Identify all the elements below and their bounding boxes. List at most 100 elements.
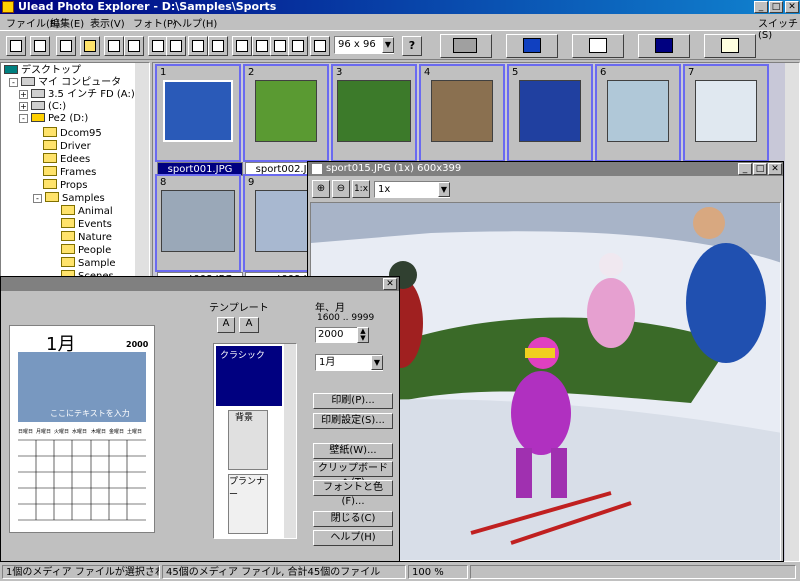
- tree-item-samples[interactable]: - Samples: [33, 192, 105, 204]
- tree-item-nature[interactable]: Nature: [61, 231, 112, 243]
- template-scrollbar[interactable]: [284, 344, 296, 538]
- delete-button[interactable]: [208, 36, 228, 56]
- calendar-year: 2000: [126, 340, 149, 349]
- thumbnail-button[interactable]: [310, 36, 330, 56]
- scanner-button[interactable]: [440, 34, 492, 58]
- tree-item-d-drive[interactable]: - Pe2 (D:): [19, 113, 88, 125]
- tree-item-sample[interactable]: Sample: [61, 257, 116, 269]
- folder-icon: [61, 205, 75, 215]
- tree-scrollbar[interactable]: [135, 63, 149, 279]
- dialog-close-text-button[interactable]: 閉じる(C): [313, 511, 393, 527]
- tree-item-frames[interactable]: Frames: [43, 166, 96, 178]
- tree-item-desktop[interactable]: デスクトップ: [4, 65, 81, 77]
- folder-button[interactable]: [80, 36, 100, 56]
- tree-button[interactable]: [56, 36, 76, 56]
- calendar-dialog: ✕ 1月 2000 ここにテキストを入力 日曜日 月曜日 火曜日 水曜日 木曜日: [0, 276, 400, 562]
- dialog-close-button[interactable]: ✕: [383, 278, 397, 290]
- tree-item-props[interactable]: Props: [43, 179, 87, 191]
- list-view-button[interactable]: [232, 36, 252, 56]
- close-button[interactable]: ✕: [785, 1, 799, 13]
- save-button[interactable]: [30, 36, 50, 56]
- year-spinner[interactable]: ▲ ▼: [357, 327, 369, 343]
- menu-view[interactable]: 表示(V): [90, 15, 125, 30]
- status-bar: 1個のメディア ファイルが選択されました 45個のメディア ファイル, 合計45…: [0, 563, 800, 581]
- chevron-down-icon[interactable]: ▼: [371, 355, 383, 370]
- dialog-title-bar: ✕: [1, 277, 399, 291]
- folder-icon: [61, 218, 75, 228]
- thumbnail-scrollbar[interactable]: [785, 63, 799, 561]
- menu-photo[interactable]: フォト(P): [133, 15, 177, 30]
- template-portrait-button[interactable]: A: [217, 317, 235, 333]
- up-folder-button[interactable]: [6, 36, 26, 56]
- template-item-planner[interactable]: プランナー: [228, 474, 268, 534]
- camera-icon: [312, 164, 322, 174]
- thumbnail-item[interactable]: 6: [595, 64, 681, 162]
- calendar-grid: 日曜日 月曜日 火曜日 水曜日 木曜日 金曜日 土曜日: [18, 429, 146, 521]
- viewer-close-button[interactable]: ✕: [768, 163, 782, 175]
- template-landscape-button[interactable]: A: [239, 317, 259, 333]
- status-total: 45個のメディア ファイル, 合計45個のファイル: [162, 565, 406, 579]
- monitor-button[interactable]: [572, 34, 624, 58]
- chevron-down-icon[interactable]: ▼: [438, 182, 450, 197]
- sort-button[interactable]: [270, 36, 290, 56]
- menu-help[interactable]: ヘルプ(H): [172, 15, 217, 30]
- thumbnail-image: [161, 190, 235, 252]
- thumbnail-item[interactable]: 5: [507, 64, 593, 162]
- tree-item-dcom95[interactable]: Dcom95: [43, 127, 102, 139]
- thumbnail-item[interactable]: 3: [331, 64, 417, 162]
- properties-button[interactable]: [288, 36, 308, 56]
- print-button[interactable]: 印刷(P)...: [313, 393, 393, 409]
- thumbnail-item[interactable]: 7: [683, 64, 769, 162]
- tree-item-events[interactable]: Events: [61, 218, 112, 230]
- zoom-out-icon[interactable]: ⊖: [332, 180, 350, 198]
- folder-icon: [43, 153, 57, 163]
- tree-item-animal[interactable]: Animal: [61, 205, 113, 217]
- tree-item-people[interactable]: People: [61, 244, 111, 256]
- help-button[interactable]: ?: [402, 36, 422, 56]
- print-setup-button[interactable]: 印刷設定(S)...: [313, 413, 393, 429]
- viewer-minimize-button[interactable]: _: [738, 163, 752, 175]
- tree-item-driver[interactable]: Driver: [43, 140, 91, 152]
- thumbnail-item[interactable]: 1 sport001.JPG: [155, 64, 243, 176]
- slideshow-button[interactable]: [638, 34, 690, 58]
- thumbnail-item[interactable]: 2 sport002.JPG: [243, 64, 331, 176]
- viewer-maximize-button[interactable]: □: [753, 163, 767, 175]
- font-color-button[interactable]: フォントと色(F)...: [313, 480, 393, 507]
- template-item-background[interactable]: 背景: [228, 410, 268, 470]
- floppy-icon: [31, 89, 45, 98]
- tree-item-computer[interactable]: - マイ コンピュータ: [9, 77, 121, 89]
- folder-icon: [61, 244, 75, 254]
- tree-item-edees[interactable]: Edees: [43, 153, 90, 165]
- tree-item-c-drive[interactable]: + (C:): [19, 101, 66, 113]
- calendar-button[interactable]: [704, 34, 756, 58]
- copy-button[interactable]: [148, 36, 168, 56]
- detail-view-button[interactable]: [252, 36, 272, 56]
- year-range-label: 1600 .. 9999: [317, 313, 375, 323]
- wallpaper-button[interactable]: 壁紙(W)...: [313, 443, 393, 459]
- minimize-button[interactable]: _: [754, 1, 768, 13]
- status-selection: 1個のメディア ファイルが選択されました: [2, 565, 160, 579]
- template-list[interactable]: クラシック 背景 プランナー: [213, 343, 297, 539]
- cut-button[interactable]: [188, 36, 208, 56]
- paste-button[interactable]: [166, 36, 186, 56]
- calendar-preview: 1月 2000 ここにテキストを入力 日曜日 月曜日 火曜日 水曜日 木曜日 金…: [9, 325, 155, 533]
- chevron-down-icon[interactable]: ▼: [382, 37, 394, 53]
- zoom-in-icon[interactable]: ⊕: [312, 180, 330, 198]
- clipboard-button[interactable]: クリップボードへ(T): [313, 461, 393, 488]
- menu-edit[interactable]: 編集(E): [50, 15, 84, 30]
- tree-item-floppy[interactable]: +3.5 インチ FD (A:): [19, 89, 135, 101]
- dialog-help-button[interactable]: ヘルプ(H): [313, 530, 393, 546]
- thumbnail-image: [255, 80, 317, 142]
- status-blank: [470, 565, 796, 579]
- template-item-classic[interactable]: クラシック: [216, 346, 282, 406]
- actual-size-button[interactable]: 1:x: [352, 180, 370, 198]
- thumbnail-item[interactable]: 8 sport008.JPG: [155, 174, 243, 286]
- maximize-button[interactable]: □: [769, 1, 783, 13]
- folder-icon: [61, 231, 75, 241]
- grid-view-button[interactable]: [506, 34, 558, 58]
- thumbnail-item[interactable]: 4: [419, 64, 505, 162]
- folder-icon: [43, 140, 57, 150]
- find-button[interactable]: [104, 36, 124, 56]
- refresh-button[interactable]: [124, 36, 144, 56]
- template-label: テンプレート: [209, 303, 269, 314]
